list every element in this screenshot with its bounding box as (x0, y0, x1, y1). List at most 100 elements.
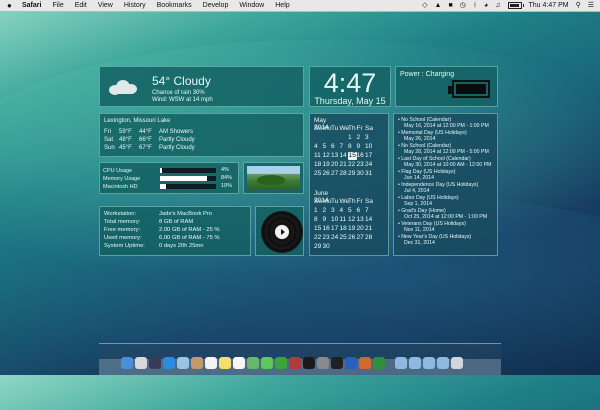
calendar-day[interactable]: 6 (331, 143, 340, 151)
calendar-day[interactable]: 21 (340, 161, 349, 169)
excel-icon[interactable] (373, 357, 385, 369)
calendar-day[interactable]: 8 (348, 143, 357, 151)
event-item[interactable]: • No School (Calendar) May 28, 2014 at 12… (398, 143, 489, 155)
calendar-day[interactable]: 28 (365, 234, 374, 242)
terminal-icon[interactable] (331, 357, 343, 369)
calendar-day[interactable]: 15 (314, 225, 323, 233)
calendar-day[interactable]: 22 (314, 234, 323, 242)
calendar-day[interactable]: 26 (323, 170, 332, 178)
notes-icon[interactable] (219, 357, 231, 369)
trash-icon[interactable] (451, 357, 463, 369)
apple-menu-icon[interactable]: ● (7, 1, 15, 10)
folder-icon[interactable] (395, 357, 407, 369)
calendar-day[interactable]: 11 (340, 216, 349, 224)
volume-icon[interactable]: ♫ (495, 2, 500, 9)
menu-file[interactable]: File (52, 2, 63, 9)
event-item[interactable]: • Flag Day (US Holidays) Jun 14, 2014 (398, 169, 455, 181)
calendar-day[interactable]: 15 (348, 152, 357, 160)
calendar-day[interactable]: 17 (365, 152, 374, 160)
menu-history[interactable]: History (124, 2, 146, 9)
calendar-day[interactable]: 16 (323, 225, 332, 233)
calendar-day[interactable]: 30 (357, 170, 366, 178)
calendar-day[interactable]: 17 (331, 225, 340, 233)
calendar-day[interactable]: 1 (348, 134, 357, 142)
calendar-day[interactable]: 10 (365, 143, 374, 151)
calendar-icon[interactable] (205, 357, 217, 369)
reminders-icon[interactable] (233, 357, 245, 369)
calendar-day[interactable]: 27 (331, 170, 340, 178)
calendar-day[interactable]: 13 (331, 152, 340, 160)
calendar-day[interactable]: 6 (357, 207, 366, 215)
maps-icon[interactable] (247, 357, 259, 369)
calendar-day[interactable]: 2 (357, 134, 366, 142)
menubar-clock[interactable]: Thu 4:47 PM (529, 2, 569, 9)
calendar-day[interactable]: 3 (365, 134, 374, 142)
calendar-day[interactable]: 11 (314, 152, 323, 160)
wifi-icon[interactable]: ◕ (484, 2, 488, 9)
messages-icon[interactable] (261, 357, 273, 369)
contacts-icon[interactable] (191, 357, 203, 369)
calendar-day[interactable]: 24 (365, 161, 374, 169)
word-icon[interactable] (345, 357, 357, 369)
calendar-day[interactable]: 9 (323, 216, 332, 224)
calendar-day[interactable]: 3 (331, 207, 340, 215)
calendar-day[interactable]: 7 (365, 207, 374, 215)
event-item[interactable]: • New Year's Day (US Holidays) Dec 31, 20… (398, 234, 471, 246)
event-item[interactable]: • Grad's Day (Home) Oct 25, 2014 at 12:00… (398, 208, 487, 220)
calendar-day[interactable]: 10 (331, 216, 340, 224)
battery-icon[interactable] (507, 2, 524, 9)
calendar-day[interactable]: 12 (323, 152, 332, 160)
menu-window[interactable]: Window (239, 2, 264, 9)
calendar-day[interactable]: 2 (323, 207, 332, 215)
calendar-day[interactable]: 29 (314, 243, 323, 251)
calendar-day[interactable]: 4 (340, 207, 349, 215)
calendar-day[interactable]: 27 (357, 234, 366, 242)
menu-develop[interactable]: Develop (203, 2, 229, 9)
dropbox-icon[interactable]: ◇ (422, 2, 427, 9)
calendar-day[interactable]: 24 (331, 234, 340, 242)
calendar-day[interactable]: 19 (323, 161, 332, 169)
folder-2-icon[interactable] (409, 357, 421, 369)
calendar-day[interactable]: 31 (365, 170, 374, 178)
calendar-day[interactable]: 5 (348, 207, 357, 215)
calendar-day[interactable]: 14 (340, 152, 349, 160)
calendar-day[interactable]: 25 (314, 170, 323, 178)
calendar-day[interactable]: 7 (340, 143, 349, 151)
calendar-day[interactable]: 18 (340, 225, 349, 233)
calendar-day[interactable]: 25 (340, 234, 349, 242)
facetime-icon[interactable] (275, 357, 287, 369)
menu-safari[interactable]: Safari (22, 2, 41, 9)
calendar-day[interactable]: 5 (323, 143, 332, 151)
menu-edit[interactable]: Edit (75, 2, 87, 9)
event-item[interactable]: • No School (Calendar) May 16, 2014 at 12… (398, 117, 489, 129)
event-item[interactable]: • Memorial Day (US Holidays) May 26, 2014 (398, 130, 467, 142)
downloads-icon[interactable] (423, 357, 435, 369)
calendar-day[interactable]: 8 (314, 216, 323, 224)
calendar-day[interactable]: 30 (323, 243, 332, 251)
event-item[interactable]: • Labor Day (US Holidays) Sep 1, 2014 (398, 195, 459, 207)
calendar-day[interactable]: 23 (323, 234, 332, 242)
powerpoint-icon[interactable] (359, 357, 371, 369)
mail-icon[interactable] (177, 357, 189, 369)
launchpad-icon[interactable] (135, 357, 147, 369)
calendar-day[interactable]: 29 (348, 170, 357, 178)
event-item[interactable]: • Veterans Day (US Holidays) Nov 11, 2014 (398, 221, 466, 233)
calendar-day[interactable]: 20 (357, 225, 366, 233)
calendar-day[interactable]: 12 (348, 216, 357, 224)
calendar-day[interactable]: 1 (314, 207, 323, 215)
menu-extra-icon[interactable]: ■ (448, 2, 452, 9)
calendar-day[interactable]: 19 (348, 225, 357, 233)
event-item[interactable]: • Independence Day (US Holidays) Jul 4, 2… (398, 182, 478, 194)
mission-control-icon[interactable] (149, 357, 161, 369)
calendar-day[interactable]: 26 (348, 234, 357, 242)
calendar-day[interactable]: 22 (348, 161, 357, 169)
bluetooth-icon[interactable]: ᛅ (473, 2, 477, 9)
calendar-day[interactable]: 18 (314, 161, 323, 169)
menu-bookmarks[interactable]: Bookmarks (157, 2, 192, 9)
calendar-day[interactable]: 9 (357, 143, 366, 151)
notification-center-icon[interactable]: ☰ (588, 2, 594, 9)
spotify-icon[interactable] (303, 357, 315, 369)
menu-view[interactable]: View (98, 2, 113, 9)
time-machine-icon[interactable]: ◷ (460, 2, 466, 9)
calendar-day[interactable]: 16 (357, 152, 366, 160)
